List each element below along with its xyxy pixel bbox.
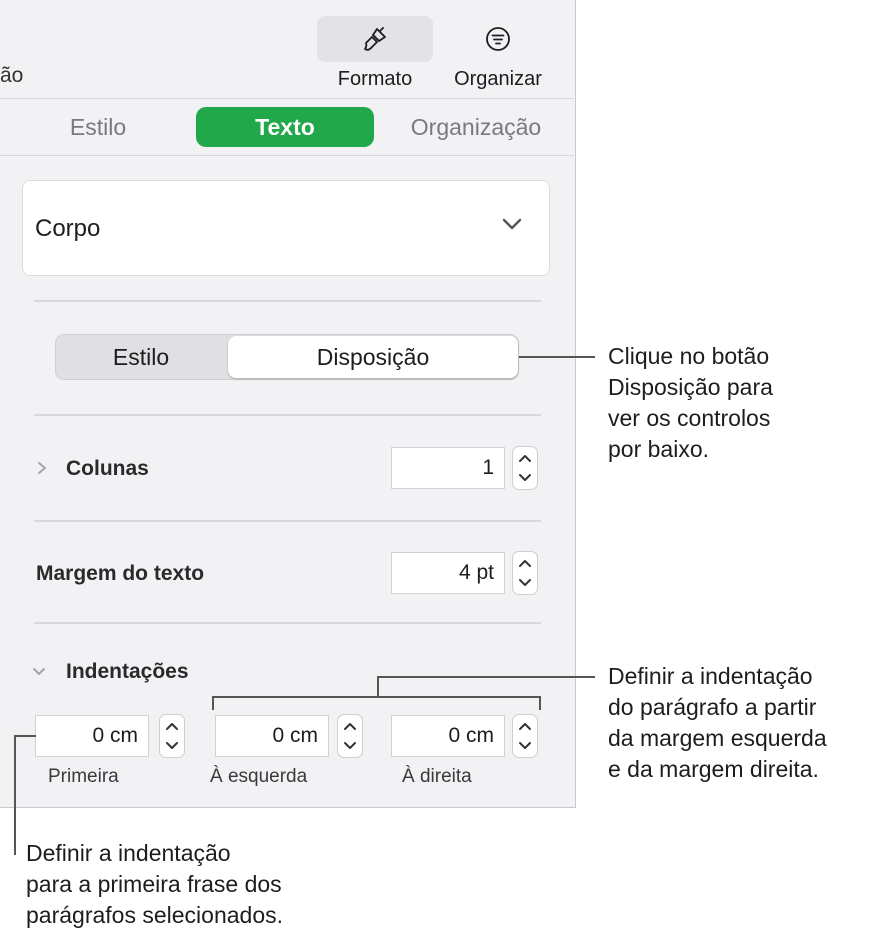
organize-button-label: Organizar xyxy=(454,68,542,90)
callout-bracket-stem xyxy=(377,676,379,696)
left-indent-label: À esquerda xyxy=(210,766,308,787)
segment-estilo[interactable]: Estilo xyxy=(56,335,226,379)
columns-stepper[interactable] xyxy=(512,446,538,490)
callout-line-text: Definir a indentação xyxy=(608,663,813,689)
callout-line-text: parágrafos selecionados. xyxy=(26,902,283,928)
right-indent-label: À direita xyxy=(402,766,472,787)
divider xyxy=(34,622,541,624)
tab-texto[interactable]: Texto xyxy=(196,107,374,147)
format-button-bg xyxy=(317,16,433,62)
text-inset-field[interactable]: 4 pt xyxy=(391,552,505,594)
left-indent-field[interactable]: 0 cm xyxy=(215,715,329,757)
format-button[interactable]: Formato xyxy=(316,16,434,92)
organize-button[interactable]: Organizar xyxy=(440,16,556,92)
text-inset-stepper[interactable] xyxy=(512,551,538,595)
callout-line-text: Clique no botão xyxy=(608,343,770,369)
stepper-icon xyxy=(519,723,531,749)
paintbrush-icon xyxy=(364,27,386,51)
organize-icon xyxy=(486,27,510,51)
callout-line-text: Disposição para xyxy=(608,374,773,400)
callout-line-first-v xyxy=(14,735,16,855)
callout-bracket-left xyxy=(212,696,214,710)
first-indent-label: Primeira xyxy=(48,766,119,787)
stepper-icon xyxy=(519,560,531,586)
disclosure-down-icon[interactable] xyxy=(32,666,46,678)
paragraph-style-value: Corpo xyxy=(35,215,101,242)
tab-organizacao[interactable]: Organização xyxy=(388,107,564,147)
stepper-icon xyxy=(519,455,531,481)
divider xyxy=(34,520,541,522)
callout-line-text: da margem esquerda xyxy=(608,725,827,751)
columns-label: Colunas xyxy=(66,457,149,480)
callout-line-first-h xyxy=(14,735,36,737)
inspector-tabs: Estilo Texto Organização xyxy=(0,99,574,156)
callout-first: Definir a indentação para a primeira fra… xyxy=(26,838,283,931)
callout-line-paragraph xyxy=(377,676,595,678)
callout-line-text: para a primeira frase dos xyxy=(26,871,282,897)
divider xyxy=(34,300,541,302)
right-indent-field[interactable]: 0 cm xyxy=(391,715,505,757)
segment-disposicao[interactable]: Disposição xyxy=(228,336,518,378)
callout-line-disposicao xyxy=(519,356,595,358)
paragraph-style-popup[interactable]: Corpo xyxy=(22,180,550,276)
chevron-down-icon xyxy=(502,218,522,230)
right-indent-stepper[interactable] xyxy=(512,714,538,758)
toolbar-partial-label: ão xyxy=(0,64,24,87)
disclosure-right-icon[interactable] xyxy=(36,461,48,475)
columns-field[interactable]: 1 xyxy=(391,447,505,489)
first-indent-stepper[interactable] xyxy=(159,714,185,758)
callout-line-text: Definir a indentação xyxy=(26,840,231,866)
divider xyxy=(34,414,541,416)
callout-line-text: ver os controlos xyxy=(608,405,771,431)
indents-label: Indentações xyxy=(66,660,189,683)
callout-disposicao: Clique no botão Disposição para ver os c… xyxy=(608,341,773,465)
text-inset-label: Margem do texto xyxy=(36,562,205,585)
callout-line-text: do parágrafo a partir xyxy=(608,694,817,720)
inspector-panel: ão Formato Organizar Estilo Texto Organi… xyxy=(0,0,576,808)
first-indent-field[interactable]: 0 cm xyxy=(35,715,149,757)
stepper-icon xyxy=(166,723,178,749)
style-layout-segmented-control: Estilo Disposição xyxy=(55,334,519,380)
toolbar: ão Formato Organizar xyxy=(0,0,574,99)
callout-paragraph: Definir a indentação do parágrafo a part… xyxy=(608,661,827,785)
organize-button-bg xyxy=(440,16,556,62)
format-button-label: Formato xyxy=(337,68,413,90)
tab-estilo[interactable]: Estilo xyxy=(48,107,148,147)
stepper-icon xyxy=(344,723,356,749)
callout-bracket-top xyxy=(212,696,540,698)
left-indent-stepper[interactable] xyxy=(337,714,363,758)
callout-line-text: e da margem direita. xyxy=(608,756,819,782)
callout-line-text: por baixo. xyxy=(608,436,710,462)
callout-bracket-right xyxy=(539,696,541,710)
